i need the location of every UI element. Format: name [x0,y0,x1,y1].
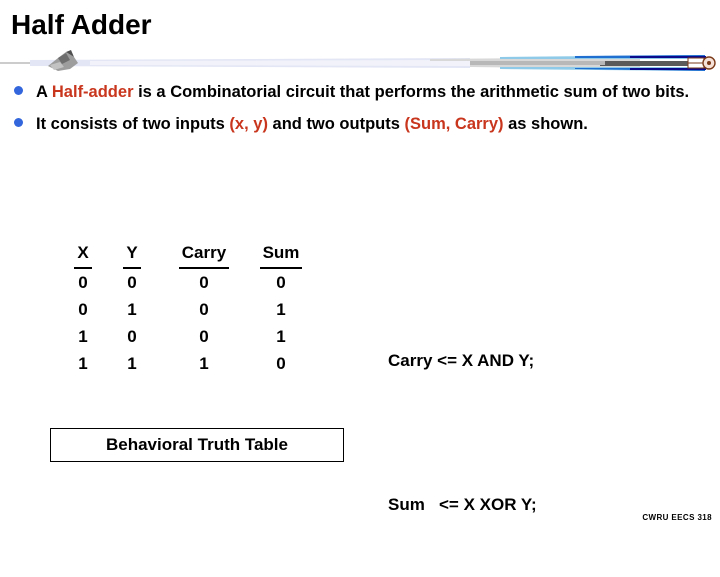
table-header-carry: Carry [158,239,250,269]
decorative-divider [0,46,720,80]
slide-footer: CWRU EECS 318 [642,513,712,522]
bullet-dot-icon [14,118,23,127]
cell-sum: 1 [276,300,286,319]
cell-y: 1 [127,354,137,373]
equation-carry: Carry <= X AND Y; [388,351,535,370]
bullet-2-seg-1: (x, y) [229,115,268,133]
cell-sum: 1 [276,327,286,346]
cell-x: 1 [78,354,88,373]
bullet-2-seg-3: (Sum, Carry) [404,115,504,133]
cell-x: 1 [78,327,88,346]
cell-y: 1 [127,300,137,319]
table-row: 1 0 0 1 [60,323,312,350]
cell-x: 0 [78,273,88,292]
table-row: 0 1 0 1 [60,296,312,323]
truth-table-caption-box: Behavioral Truth Table [50,428,344,462]
table-row: 0 0 0 0 [60,269,312,296]
list-item: It consists of two inputs (x, y) and two… [0,110,720,138]
list-item: A Half-adder is a Combinatorial circuit … [0,78,720,106]
bullet-text-1: A Half-adder is a Combinatorial circuit … [36,78,720,106]
equation-sum: Sum <= X XOR Y; [388,495,537,514]
bullet-1-seg-1: Half-adder [51,83,134,101]
bullet-2-seg-4: as shown. [503,115,588,133]
table-header-x: X [60,239,106,269]
cell-carry: 0 [199,273,209,292]
divider-pen-icon [0,55,716,71]
table-row: 1 1 1 0 [60,350,312,377]
bullet-2-seg-2: and two outputs [267,115,405,133]
cell-carry: 0 [199,300,209,319]
bullet-1-seg-0: A [36,83,52,101]
bullet-dot-icon [14,86,23,95]
truth-table-caption-label: Behavioral Truth Table [105,435,288,454]
vhdl-equations: Carry <= X AND Y; Sum <= X XOR Y; [388,241,537,577]
cell-sum: 0 [276,354,286,373]
cell-carry: 0 [199,327,209,346]
cell-y: 0 [127,327,137,346]
bullet-1-seg-2: is a Combinatorial circuit that performs… [133,83,690,101]
cell-carry: 1 [199,354,209,373]
cell-sum: 0 [276,273,286,292]
page-title: Half Adder [11,9,152,40]
table-header-y: Y [106,239,158,269]
bullet-2-seg-0: It consists of two inputs [36,115,230,133]
bullet-text-2: It consists of two inputs (x, y) and two… [36,110,720,138]
table-header-sum: Sum [250,239,312,269]
bullet-list: A Half-adder is a Combinatorial circuit … [0,78,720,142]
table-header-row: X Y Carry Sum [60,239,312,269]
cell-x: 0 [78,300,88,319]
truth-table: X Y Carry Sum 0 0 0 0 0 1 0 1 1 0 0 1 1 … [60,239,312,377]
cell-y: 0 [127,273,137,292]
divider-ornament-icon [48,50,78,71]
